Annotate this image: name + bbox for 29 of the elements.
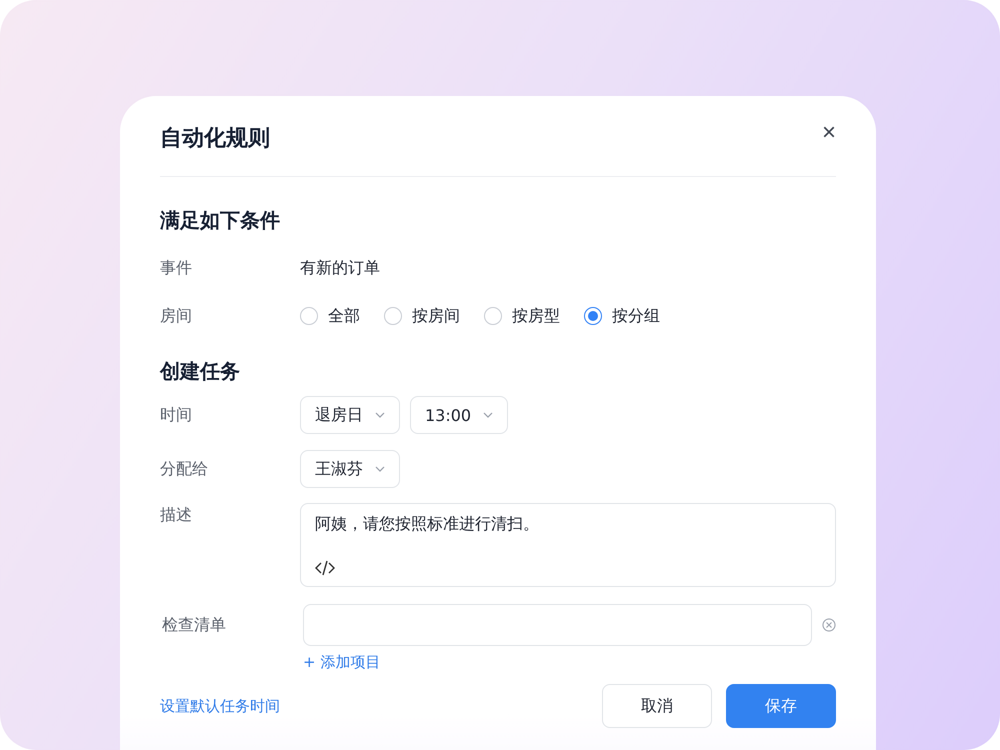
field-label: 时间 xyxy=(160,404,193,426)
section-heading: 满足如下条件 xyxy=(160,207,281,234)
add-item-link[interactable]: + 添加项目 xyxy=(303,653,380,671)
radio-option[interactable]: 按房间 xyxy=(384,306,460,326)
dropdown[interactable]: 王淑芬 xyxy=(300,450,400,488)
save-button[interactable]: 保存 xyxy=(726,684,836,728)
chevron-down-icon xyxy=(375,466,385,472)
checklist-input[interactable] xyxy=(303,604,812,646)
radio-option[interactable]: 全部 xyxy=(300,306,360,326)
cancel-button[interactable]: 取消 xyxy=(602,684,712,728)
dropdown[interactable]: 13:00 xyxy=(410,396,508,434)
radio-option[interactable]: 按房型 xyxy=(484,306,560,326)
section-heading: 创建任务 xyxy=(160,358,241,385)
dialog-title: 自动化规则 xyxy=(160,125,270,153)
field-label: 描述 xyxy=(160,504,193,526)
chevron-down-icon xyxy=(483,412,494,418)
radio-option[interactable]: 按分组 xyxy=(584,306,660,326)
clear-icon[interactable] xyxy=(822,618,836,632)
close-button[interactable]: × xyxy=(822,121,836,145)
field-label: 事件 xyxy=(160,258,193,278)
event-value: 有新的订单 xyxy=(300,258,380,278)
field-label: 分配给 xyxy=(160,458,209,480)
dropdown[interactable]: 退房日 xyxy=(300,396,400,434)
field-label: 检查清单 xyxy=(161,614,227,636)
description-field[interactable]: 阿姨，请您按照标准进行清扫。 xyxy=(300,503,836,587)
chevron-down-icon xyxy=(375,412,385,418)
field-label: 房间 xyxy=(160,306,193,326)
code-icon xyxy=(315,560,335,576)
default-time-link[interactable]: 设置默认任务时间 xyxy=(160,696,280,716)
